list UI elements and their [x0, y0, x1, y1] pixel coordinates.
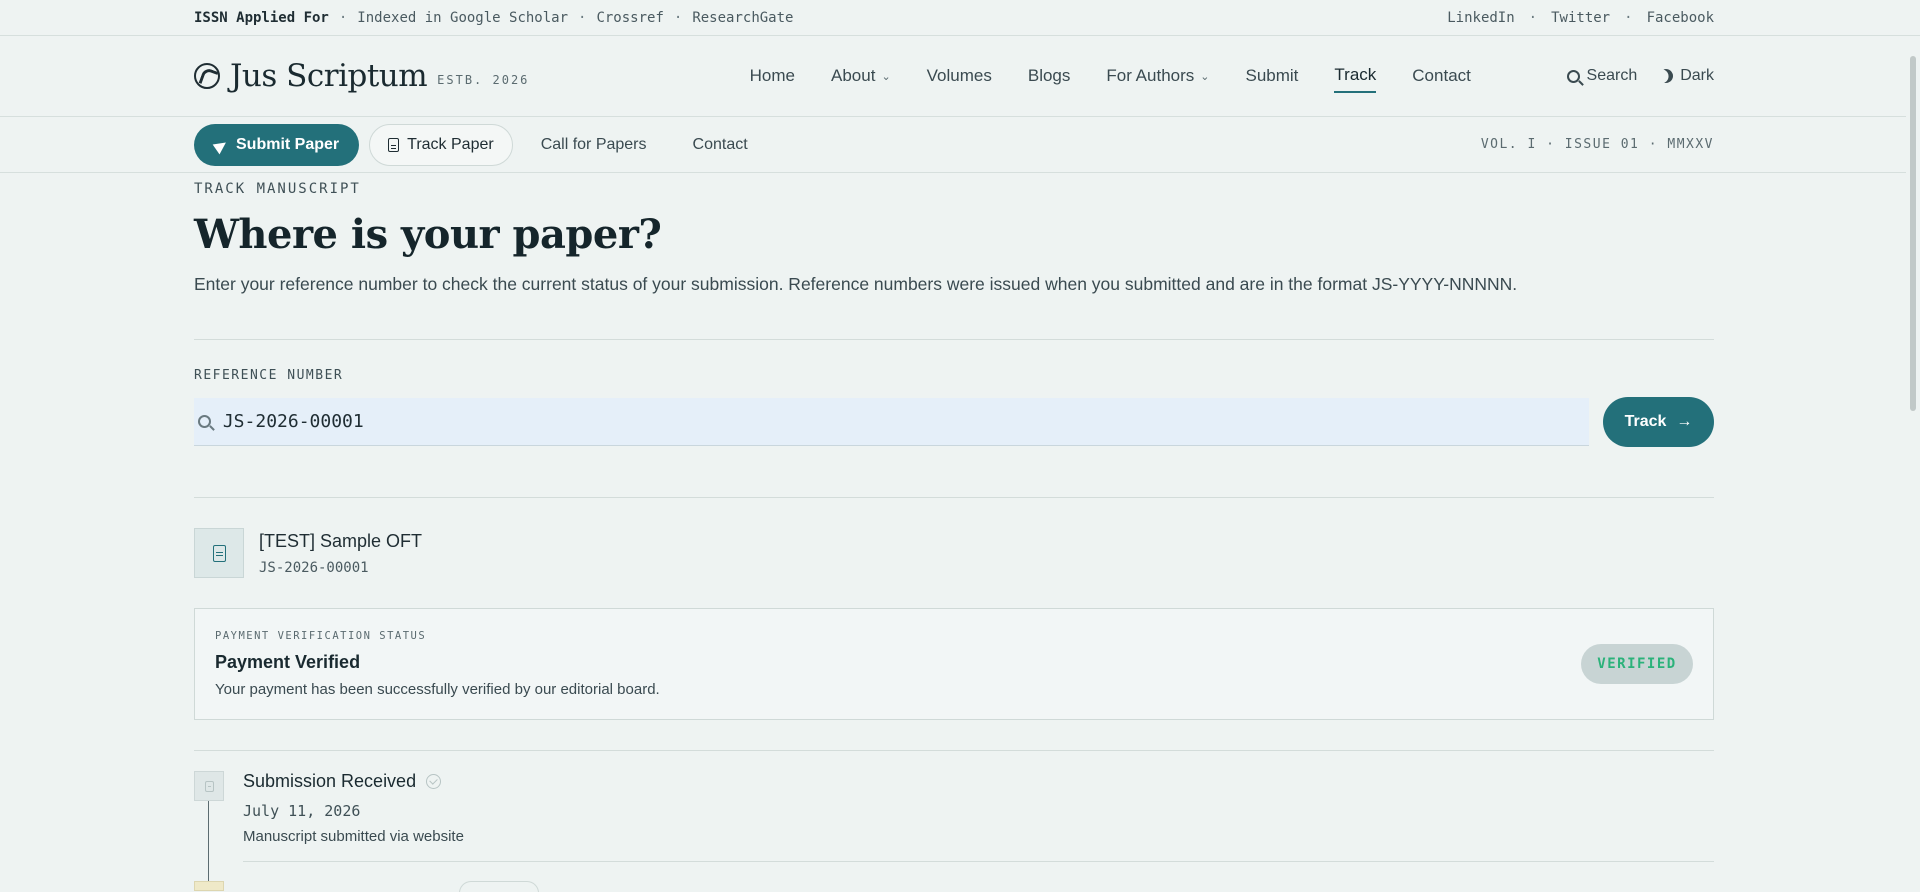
timeline-date: July 11, 2026 — [243, 802, 361, 820]
indexing-info: ISSN Applied For · Indexed in Google Sch… — [194, 9, 794, 26]
social-links: LinkedIn · Twitter · Facebook — [1447, 9, 1714, 26]
timeline-line — [208, 801, 209, 891]
search-button[interactable]: Search — [1566, 67, 1637, 85]
nav-blogs[interactable]: Blogs — [1028, 60, 1071, 92]
brand-name: Jus Scriptum — [230, 58, 428, 94]
nav-track[interactable]: Track — [1334, 59, 1377, 93]
issn-status: ISSN Applied For — [194, 9, 329, 26]
document-icon — [212, 544, 226, 562]
nav-about[interactable]: About ⌄ — [831, 60, 891, 92]
paper-title: [TEST] Sample OFT — [259, 530, 423, 551]
brand[interactable]: Jus Scriptum ESTB. 2026 — [194, 58, 654, 94]
paper-thumb — [194, 528, 244, 578]
document-icon — [204, 780, 214, 792]
timeline-description: Manuscript submitted via website — [243, 828, 464, 845]
contact-link[interactable]: Contact — [675, 136, 766, 154]
indexed-google-scholar: Indexed in Google Scholar — [357, 9, 569, 26]
payment-status-card: PAYMENT VERIFICATION STATUS Payment Veri… — [194, 608, 1714, 720]
action-links: Submit Paper Track Paper Call for Papers… — [194, 123, 766, 166]
site-header: Jus Scriptum ESTB. 2026 Home About ⌄ Volu… — [0, 36, 1920, 117]
timeline-marker-next — [194, 881, 224, 891]
chevron-down-icon: ⌄ — [1200, 70, 1210, 83]
check-circle-icon — [426, 774, 442, 789]
paper-reference: JS-2026-00001 — [259, 559, 369, 576]
document-icon — [388, 137, 400, 152]
top-strip: ISSN Applied For · Indexed in Google Sch… — [0, 0, 1920, 36]
indexed-crossref: Crossref — [596, 9, 664, 26]
page-lead: Enter your reference number to check the… — [194, 274, 1518, 294]
payment-status-label: PAYMENT VERIFICATION STATUS — [215, 630, 427, 642]
divider — [194, 497, 1714, 498]
nav-home[interactable]: Home — [750, 60, 795, 92]
main-nav: Home About ⌄ Volumes Blogs For Authors ⌄ S… — [750, 59, 1471, 93]
search-icon — [198, 415, 211, 428]
track-paper-button[interactable]: Track Paper — [369, 123, 513, 166]
timeline-badge-next — [459, 881, 539, 892]
issue-label: VOL. I · ISSUE 01 · MMXXV — [1480, 137, 1714, 152]
linkedin-link[interactable]: LinkedIn — [1447, 10, 1514, 26]
header-tools: Search Dark — [1566, 67, 1714, 85]
nav-for-authors[interactable]: For Authors ⌄ — [1106, 60, 1209, 92]
reference-input-wrapper[interactable] — [194, 398, 1589, 446]
payment-status-heading: Payment Verified — [215, 652, 361, 672]
reference-label: REFERENCE NUMBER — [194, 368, 344, 383]
timeline-item: Submission Received July 11, 2026 Manusc… — [194, 771, 1714, 891]
page-eyebrow: TRACK MANUSCRIPT — [194, 181, 361, 197]
arrow-right-icon: → — [1676, 413, 1693, 430]
timeline-marker — [194, 771, 224, 801]
divider — [194, 750, 1714, 751]
divider — [243, 861, 1714, 862]
brand-established: ESTB. 2026 — [437, 73, 530, 87]
paper-summary: [TEST] Sample OFT JS-2026-00001 — [194, 528, 1714, 578]
page-scrollbar[interactable] — [1906, 36, 1920, 892]
status-badge: VERIFIED — [1581, 644, 1693, 684]
facebook-link[interactable]: Facebook — [1647, 10, 1714, 26]
call-for-papers-link[interactable]: Call for Papers — [523, 136, 665, 154]
reference-search: Track → — [194, 397, 1714, 447]
timeline-title: Submission Received — [243, 771, 417, 791]
submit-paper-button[interactable]: Submit Paper — [194, 123, 360, 166]
nav-contact[interactable]: Contact — [1412, 60, 1471, 92]
payment-status-description: Your payment has been successfully verif… — [215, 681, 660, 698]
action-bar: Submit Paper Track Paper Call for Papers… — [0, 117, 1920, 173]
search-icon — [1566, 69, 1580, 83]
send-icon — [214, 138, 228, 152]
chevron-down-icon: ⌄ — [881, 70, 891, 83]
nav-volumes[interactable]: Volumes — [927, 60, 992, 92]
nav-submit[interactable]: Submit — [1245, 60, 1298, 92]
track-page: TRACK MANUSCRIPT Where is your paper? En… — [0, 181, 1920, 892]
dark-mode-toggle[interactable]: Dark — [1659, 67, 1714, 85]
indexed-researchgate: ResearchGate — [692, 9, 794, 26]
scrollbar-thumb[interactable] — [1910, 56, 1916, 411]
brand-logo-icon — [194, 63, 220, 89]
status-timeline: Submission Received July 11, 2026 Manusc… — [194, 771, 1714, 892]
moon-icon — [1657, 66, 1676, 85]
page-title: Where is your paper? — [194, 211, 662, 258]
divider — [194, 339, 1714, 340]
track-button[interactable]: Track → — [1603, 397, 1714, 447]
twitter-link[interactable]: Twitter — [1551, 10, 1610, 26]
reference-input[interactable] — [222, 411, 1589, 432]
